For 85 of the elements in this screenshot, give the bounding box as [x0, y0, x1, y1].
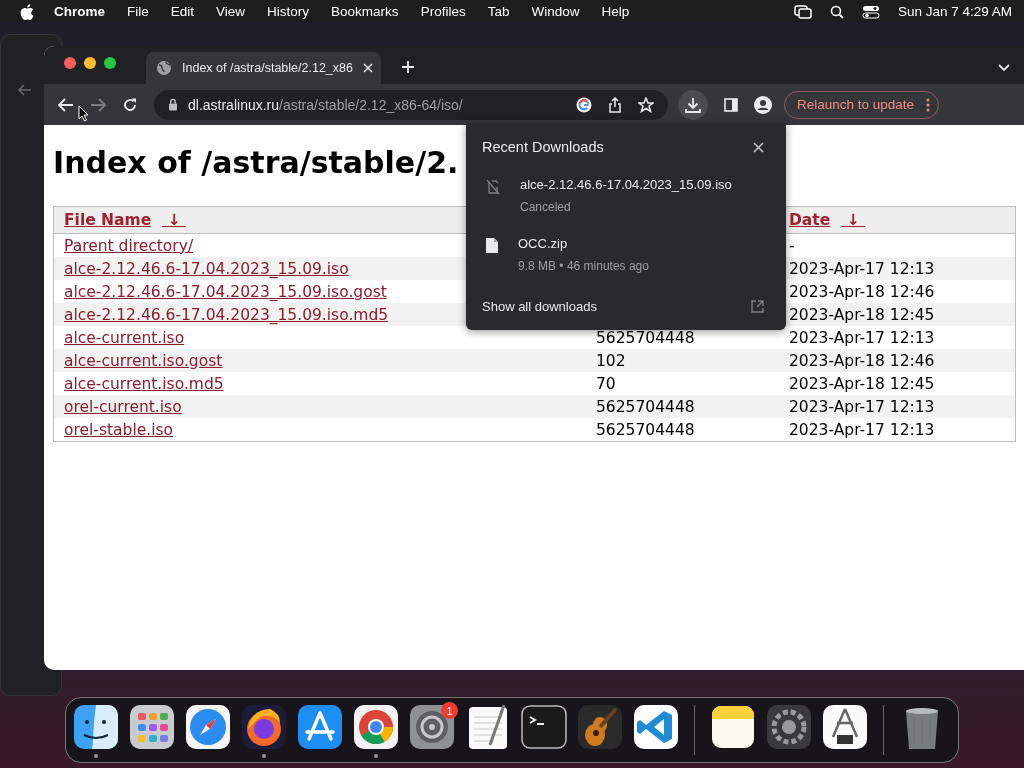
back-arrow-icon [18, 84, 32, 96]
download-status: Canceled [520, 200, 572, 214]
app-grid-icon[interactable] [128, 702, 176, 751]
terminal-icon[interactable] [520, 702, 568, 751]
menu-item[interactable]: File [127, 4, 149, 19]
address-bar[interactable]: dl.astralinux.ru/astra/stable/2.12_x86-64/iso/ [154, 89, 668, 120]
notification-badge: 1 [441, 702, 458, 719]
lock-icon [168, 98, 178, 111]
file-link[interactable]: Parent directory/ [64, 236, 194, 255]
globe-icon [156, 60, 172, 76]
apple-icon[interactable] [20, 3, 34, 20]
file-link[interactable]: alce-2.12.46.6-17.04.2023_15.09.iso.gost [64, 282, 387, 301]
sort-arrow-link[interactable]: ↓ [162, 211, 186, 229]
table-cell: - [789, 236, 795, 255]
tab-title: Index of /astra/stable/2.12_x86 [182, 61, 353, 75]
table-cell: 2023-Apr-17 12:13 [789, 328, 935, 347]
table-cell: 2023-Apr-18 12:45 [789, 305, 935, 324]
toggles-icon[interactable] [861, 4, 880, 19]
table-cell: 5625704448 [596, 328, 695, 347]
close-window-button[interactable] [64, 57, 76, 69]
download-button[interactable] [678, 89, 708, 120]
crossed-file-icon [486, 179, 500, 195]
menu-item[interactable]: Help [601, 4, 630, 19]
back-arrow-icon[interactable] [58, 97, 74, 112]
download-icon [685, 96, 701, 113]
star-icon[interactable] [638, 96, 654, 113]
show-all-downloads-link[interactable]: Show all downloads [482, 299, 597, 314]
ring-logo-icon[interactable] [352, 702, 400, 751]
table-cell: 2023-Apr-18 12:46 [789, 282, 935, 301]
more-icon [926, 97, 931, 112]
zoom-button[interactable] [104, 57, 116, 69]
reload-icon[interactable] [122, 96, 138, 113]
face-icon[interactable] [72, 702, 120, 751]
menu-item[interactable]: Tab [487, 4, 510, 19]
minimize-button[interactable] [84, 57, 96, 69]
table-cell: 2023-Apr-18 12:46 [789, 351, 935, 370]
table-cell: 102 [596, 351, 626, 370]
download-status: 9.8 MB • 46 minutes ago [518, 259, 649, 273]
table-cell: 2023-Apr-17 12:13 [789, 397, 935, 416]
code-icon[interactable] [632, 702, 680, 751]
page-heading: Index of /astra/stable/2. [53, 145, 459, 180]
menu-item[interactable]: Edit [170, 4, 195, 19]
share-icon[interactable] [608, 96, 622, 113]
table-cell: 2023-Apr-18 12:45 [789, 374, 935, 393]
compass-icon[interactable] [184, 702, 232, 751]
profile-icon[interactable] [754, 95, 772, 114]
guitar-icon[interactable] [576, 702, 624, 751]
file-link[interactable]: alce-current.iso [64, 328, 185, 347]
browser-tab[interactable]: Index of /astra/stable/2.12_x86 [146, 52, 381, 84]
table-cell: 5625704448 [596, 420, 695, 439]
sort-link[interactable]: Date [789, 211, 831, 229]
calipers-icon[interactable] [821, 702, 869, 751]
sort-arrow-link[interactable]: ↓ [841, 211, 865, 229]
table-cell: 5625704448 [596, 397, 695, 416]
menu-item[interactable]: Window [531, 4, 580, 19]
table-cell: 70 [596, 374, 616, 393]
file-link[interactable]: orel-stable.iso [64, 420, 174, 439]
close-icon[interactable] [753, 141, 764, 153]
download-name[interactable]: OCC.zip [518, 236, 649, 251]
file-link[interactable]: alce-2.12.46.6-17.04.2023_15.09.iso [64, 259, 349, 278]
clock: Sun Jan 7 4:29 AM [897, 4, 1012, 19]
popup-title: Recent Downloads [482, 139, 604, 155]
download-name[interactable]: alce-2.12.46.6-17.04.2023_15.09.iso [520, 177, 732, 192]
new-tab-icon[interactable] [401, 60, 415, 74]
file-icon [486, 238, 498, 253]
menu-item[interactable]: View [216, 4, 246, 19]
menu-item[interactable]: Bookmarks [331, 4, 399, 19]
forward-arrow-icon[interactable] [90, 97, 106, 112]
g-logo-icon[interactable] [576, 96, 592, 113]
url-text: dl.astralinux.ru/astra/stable/2.12_x86-64/iso/ [188, 96, 463, 113]
fox-globe-icon[interactable] [240, 702, 288, 751]
side-panel-icon[interactable] [724, 97, 738, 112]
mouse-cursor-icon [78, 105, 89, 122]
chevron-down-icon[interactable] [998, 64, 1010, 72]
menu-item[interactable]: Profiles [420, 4, 466, 19]
file-link[interactable]: alce-current.iso.md5 [64, 374, 224, 393]
table-cell: 2023-Apr-17 12:13 [789, 420, 935, 439]
external-link-icon[interactable] [751, 300, 764, 313]
windows-icon[interactable] [793, 4, 812, 19]
menu-item[interactable]: Chrome [54, 4, 105, 19]
search-icon[interactable] [829, 4, 844, 19]
table-cell: 2023-Apr-17 12:13 [789, 259, 935, 278]
sort-link[interactable]: File Name [64, 211, 152, 229]
file-link[interactable]: orel-current.iso [64, 397, 182, 416]
menu-item[interactable]: History [267, 4, 310, 19]
